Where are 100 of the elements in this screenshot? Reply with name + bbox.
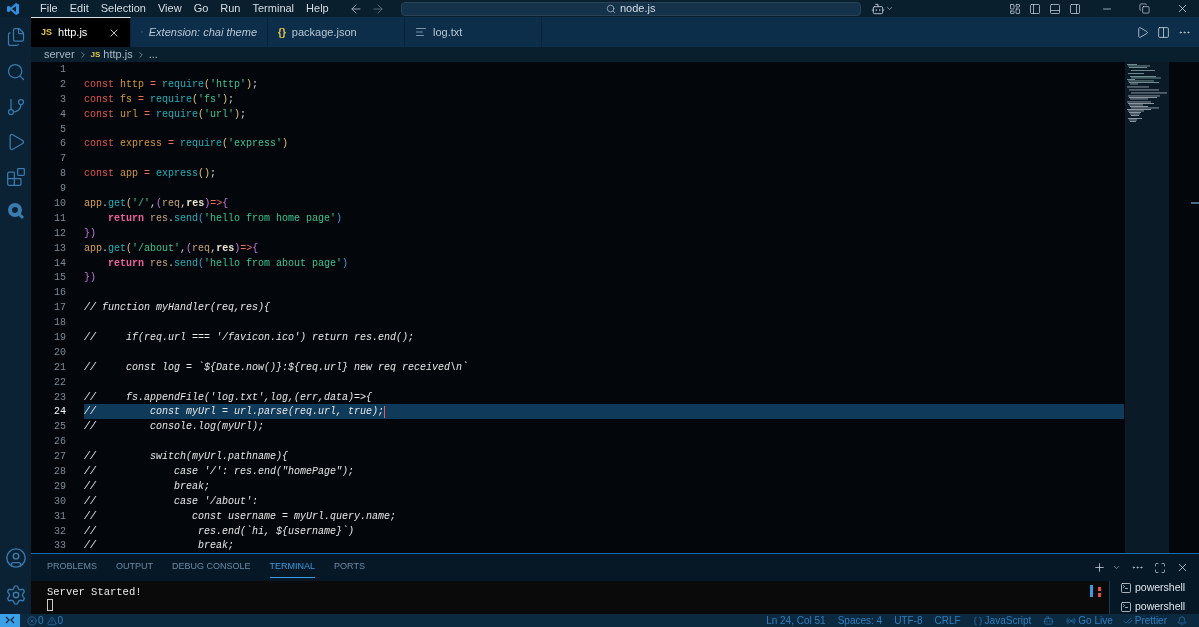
warning-icon[interactable] bbox=[46, 615, 57, 626]
line-number: 2 bbox=[59, 77, 66, 92]
breadcrumb-item[interactable]: ... bbox=[148, 46, 158, 63]
warning-count[interactable]: 0 bbox=[57, 613, 64, 627]
menu-item[interactable]: File bbox=[34, 0, 64, 17]
line-number: 32 bbox=[53, 524, 66, 539]
breadcrumb-item[interactable]: server bbox=[44, 46, 75, 63]
layout-icon[interactable] bbox=[1009, 2, 1021, 15]
menu-item[interactable]: Selection bbox=[94, 0, 152, 17]
text-cursor bbox=[384, 405, 386, 418]
code-line: return res.send('hello from home page') bbox=[107, 211, 343, 226]
panel-tab[interactable]: PORTS bbox=[334, 557, 365, 578]
braces-icon[interactable] bbox=[972, 615, 983, 626]
robot-icon[interactable] bbox=[870, 1, 885, 16]
line-number: 20 bbox=[53, 345, 66, 360]
panel-tab[interactable]: PROBLEMS bbox=[47, 557, 97, 578]
line-number: 19 bbox=[53, 331, 66, 345]
line-number: 26 bbox=[53, 435, 66, 450]
line-ending[interactable]: CRLF bbox=[934, 613, 961, 627]
panel-tab[interactable]: DEBUG CONSOLE bbox=[172, 557, 251, 578]
account-icon[interactable] bbox=[4, 547, 27, 569]
panel-right-icon[interactable] bbox=[1069, 2, 1081, 15]
back-arrow-icon[interactable] bbox=[348, 1, 363, 16]
line-number: 22 bbox=[53, 375, 66, 390]
line-number: 21 bbox=[53, 360, 66, 375]
extensions-icon[interactable] bbox=[5, 167, 26, 187]
panel-bottom-icon[interactable] bbox=[1049, 2, 1061, 15]
code-line: const express = require('express') bbox=[84, 137, 289, 152]
menu-item[interactable]: Go bbox=[187, 0, 215, 17]
line-number: 4 bbox=[59, 107, 66, 122]
line-number: 29 bbox=[53, 479, 66, 494]
terminal-icon bbox=[1120, 582, 1132, 595]
broadcast-icon[interactable] bbox=[1066, 615, 1077, 626]
terminal-instance[interactable]: powershell bbox=[1120, 599, 1199, 615]
error-icon[interactable] bbox=[27, 615, 37, 626]
chevron-down-icon[interactable] bbox=[1112, 563, 1121, 572]
error-count[interactable]: 0 bbox=[38, 613, 44, 627]
line-number: 13 bbox=[53, 241, 66, 256]
run-icon[interactable] bbox=[1136, 25, 1149, 39]
language-mode[interactable]: JavaScript bbox=[984, 613, 1032, 627]
search-icon bbox=[605, 3, 616, 14]
cursor-position[interactable]: Ln 24, Col 51 bbox=[766, 613, 826, 627]
line-number: 33 bbox=[53, 539, 66, 553]
code-line: // res.end(`hi, ${username}`) bbox=[84, 524, 355, 539]
line-number: 27 bbox=[53, 450, 66, 465]
indentation[interactable]: Spaces: 4 bbox=[837, 613, 883, 627]
line-number: 17 bbox=[53, 301, 66, 316]
code-line: const http = require('http'); bbox=[84, 77, 259, 92]
bell-icon[interactable] bbox=[1177, 615, 1187, 626]
code-line: app.get('/',(req,res)=>{ bbox=[84, 196, 229, 211]
menu-item[interactable]: Edit bbox=[63, 0, 95, 17]
search-icon[interactable] bbox=[5, 62, 26, 82]
menu-item[interactable]: Terminal bbox=[246, 0, 301, 17]
code-line: // if(req.url === '/favicon.ico') return res.end(); bbox=[84, 331, 415, 345]
prettier-button[interactable]: Prettier bbox=[1134, 613, 1167, 627]
panel-tab[interactable]: TERMINAL bbox=[269, 557, 316, 578]
code-line: // break; bbox=[84, 539, 235, 553]
branch-icon[interactable] bbox=[5, 97, 26, 117]
plus-icon[interactable] bbox=[1093, 561, 1106, 574]
line-number: 9 bbox=[59, 182, 66, 197]
code-line: // function myHandler(req,res){ bbox=[84, 301, 271, 316]
code-line: return res.send('hello from about page') bbox=[107, 256, 349, 271]
panel-tab[interactable]: OUTPUT bbox=[116, 557, 153, 578]
double-check-icon[interactable] bbox=[1122, 615, 1133, 626]
restore-icon[interactable] bbox=[1139, 3, 1150, 14]
code-line: // case '/': res.end("homePage"); bbox=[84, 465, 355, 479]
files-icon[interactable] bbox=[5, 27, 26, 47]
file-type-icon: JS bbox=[90, 48, 101, 61]
terminal-instance[interactable]: powershell bbox=[1120, 580, 1199, 596]
line-number: 30 bbox=[53, 494, 66, 509]
line-number: 25 bbox=[53, 420, 66, 435]
magnifier-circle-icon[interactable] bbox=[6, 202, 25, 220]
encoding[interactable]: UTF-8 bbox=[894, 613, 923, 627]
go-live-button[interactable]: Go Live bbox=[1078, 613, 1113, 627]
line-number: 6 bbox=[59, 137, 66, 152]
code-line: }) bbox=[84, 271, 96, 286]
command-center-search[interactable]: node.js bbox=[400, 1, 861, 16]
terminal-output: Server Started! bbox=[47, 586, 143, 599]
split-editor-icon[interactable] bbox=[1157, 25, 1170, 39]
breadcrumb-item[interactable]: http.js bbox=[103, 46, 133, 63]
chevron-down-icon[interactable] bbox=[884, 4, 894, 13]
menu-item[interactable]: Help bbox=[300, 0, 335, 17]
menu-item[interactable]: Run bbox=[214, 0, 247, 17]
forward-arrow-icon[interactable] bbox=[370, 1, 385, 16]
menu-item[interactable]: View bbox=[151, 0, 188, 17]
tab-label: log.txt bbox=[433, 24, 463, 40]
code-line: // console.log(myUrl); bbox=[84, 420, 265, 435]
remote-icon[interactable] bbox=[0, 614, 20, 627]
line-number: 12 bbox=[53, 226, 66, 241]
settings-icon[interactable] bbox=[4, 584, 27, 606]
close-icon[interactable] bbox=[1176, 2, 1189, 15]
line-number: 16 bbox=[53, 286, 66, 301]
editor-tab[interactable]: JS http.js bbox=[31, 17, 131, 47]
app-logo bbox=[6, 1, 20, 16]
panel-left-icon[interactable] bbox=[1029, 2, 1041, 15]
maximize-icon[interactable] bbox=[1154, 561, 1166, 574]
close-icon[interactable] bbox=[1176, 561, 1189, 574]
line-number: 14 bbox=[53, 256, 66, 271]
code-line: // const myUrl = url.parse(req.url, true); bbox=[84, 405, 385, 420]
line-number: 28 bbox=[53, 465, 66, 479]
